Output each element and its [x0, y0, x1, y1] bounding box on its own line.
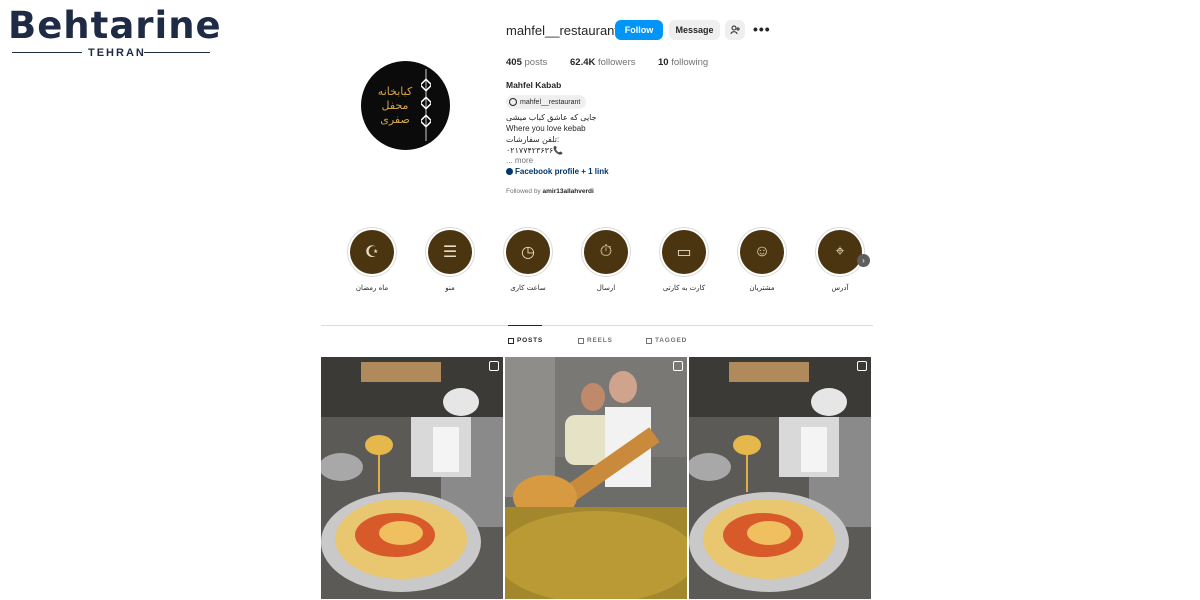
watermark-city: TEHRAN: [88, 47, 146, 59]
followed-by-prefix: Followed by: [506, 188, 541, 195]
options-more-icon[interactable]: •••: [753, 21, 771, 37]
threads-badge[interactable]: mahfel__restaurant: [506, 95, 587, 109]
highlight-delivery[interactable]: ⏱ ارسال: [566, 227, 646, 292]
add-person-icon: [730, 25, 740, 35]
following-stat[interactable]: 10 following: [658, 57, 708, 68]
tab-reels[interactable]: REELS: [578, 337, 613, 344]
post-image-chef-pouring-2: [689, 357, 871, 599]
clock-icon: ◷: [506, 230, 550, 274]
post-image-chef-pouring: [321, 357, 503, 599]
card-icon: ▭: [662, 230, 706, 274]
watermark-line-right: [144, 52, 210, 53]
multi-post-icon: [857, 361, 867, 371]
post-thumbnail[interactable]: [321, 357, 503, 599]
highlight-label: ماه رمضان: [355, 284, 389, 292]
watermark-brand: Behtarine: [8, 4, 222, 47]
post-thumbnail[interactable]: [689, 357, 871, 599]
highlight-hours[interactable]: ◷ ساعت کاری: [488, 227, 568, 292]
bio-line-4: ۰۲۱۷۷۴۲۳۶۳۶📞: [506, 146, 564, 155]
profile-links-label: Facebook profile + 1 link: [515, 167, 609, 176]
tagged-icon: [646, 337, 652, 344]
post-thumbnail[interactable]: [505, 357, 687, 599]
highlight-menu[interactable]: ☰ منو: [410, 227, 490, 292]
tab-posts-label: POSTS: [517, 337, 544, 344]
tab-reels-label: REELS: [587, 337, 613, 344]
active-tab-indicator: [508, 325, 542, 326]
follow-button[interactable]: Follow: [615, 20, 663, 40]
highlight-label: آدرس: [831, 284, 849, 292]
message-button[interactable]: Message: [669, 20, 720, 40]
avatar-logo-text: کبابخانه محفل صفری: [377, 85, 413, 126]
bio-more-link[interactable]: ... more: [506, 156, 533, 166]
highlight-label: مشتریان: [749, 284, 775, 292]
tab-posts[interactable]: POSTS: [508, 337, 543, 344]
tabs-divider: [321, 325, 873, 326]
profile-avatar[interactable]: کبابخانه محفل صفری: [361, 61, 450, 150]
highlight-ramadan[interactable]: ☪ ماه رمضان: [332, 227, 412, 292]
customers-icon: ☺: [740, 230, 784, 274]
bio-line-3: تلفن سفارشات:: [506, 135, 560, 144]
watermark-logo: Behtarine TEHRAN: [8, 6, 221, 60]
tab-tagged-label: TAGGED: [655, 337, 688, 344]
highlight-label: ساعت کاری: [510, 284, 546, 292]
profile-links[interactable]: Facebook profile + 1 link: [506, 167, 609, 176]
location-icon: ⌖: [818, 230, 862, 274]
menu-icon: ☰: [428, 230, 472, 274]
ramadan-icon: ☪: [350, 230, 394, 274]
avatar-ornament-icon: [421, 69, 431, 141]
link-icon: [506, 168, 513, 176]
reels-icon: [578, 337, 584, 344]
suggest-user-button[interactable]: [725, 20, 745, 40]
posts-stat[interactable]: 405 posts: [506, 57, 547, 68]
watermark-line-left: [12, 52, 82, 53]
bio-line-2: Where you love kebab: [506, 124, 586, 133]
tab-tagged[interactable]: TAGGED: [646, 337, 687, 344]
highlights-next-button[interactable]: ›: [857, 254, 870, 267]
highlight-label: کارت به کارتی: [662, 284, 706, 292]
profile-username: mahfel__restaurant: [506, 23, 619, 38]
highlight-label: منو: [445, 284, 455, 292]
reel-icon: [673, 361, 683, 371]
followed-by-user[interactable]: amir13allahverdi: [543, 188, 594, 195]
grid-icon: [508, 337, 514, 344]
profile-full-name: Mahfel Kabab: [506, 80, 562, 90]
followers-stat[interactable]: 62.4K followers: [570, 57, 636, 68]
highlight-card[interactable]: ▭ کارت به کارتی: [644, 227, 724, 292]
bio-line-1: جایی که عاشق کباب میشی: [506, 113, 597, 122]
followed-by: Followed by amir13allahverdi: [506, 188, 594, 195]
delivery-icon: ⏱: [584, 230, 628, 274]
highlight-customers[interactable]: ☺ مشتریان: [722, 227, 802, 292]
threads-icon: [509, 98, 517, 106]
threads-handle: mahfel__restaurant: [520, 98, 581, 106]
post-image-two-men-stirring: [505, 357, 687, 599]
multi-post-icon: [489, 361, 499, 371]
highlight-label: ارسال: [596, 284, 616, 292]
chevron-right-icon: ›: [862, 256, 865, 265]
